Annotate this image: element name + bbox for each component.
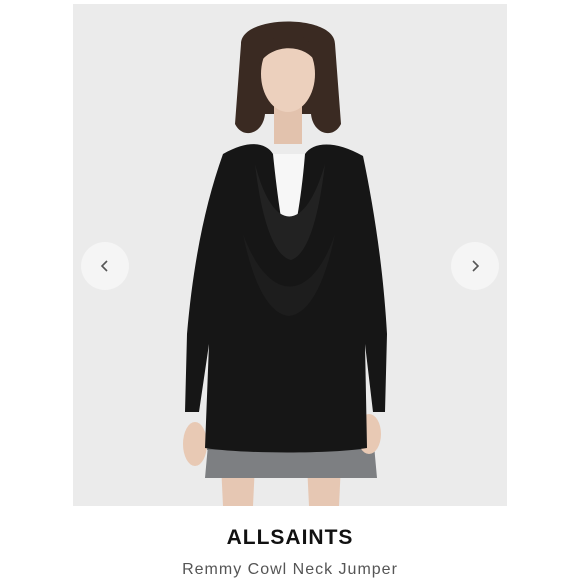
brand-name[interactable]: ALLSAINTS bbox=[0, 526, 580, 550]
chevron-left-icon bbox=[100, 260, 108, 272]
product-listing: ALLSAINTS Remmy Cowl Neck Jumper bbox=[0, 0, 580, 580]
product-photo[interactable] bbox=[73, 4, 507, 506]
carousel-next-button[interactable] bbox=[451, 242, 499, 290]
product-title[interactable]: Remmy Cowl Neck Jumper bbox=[0, 561, 580, 579]
carousel-prev-button[interactable] bbox=[81, 242, 129, 290]
chevron-right-icon bbox=[472, 260, 480, 272]
